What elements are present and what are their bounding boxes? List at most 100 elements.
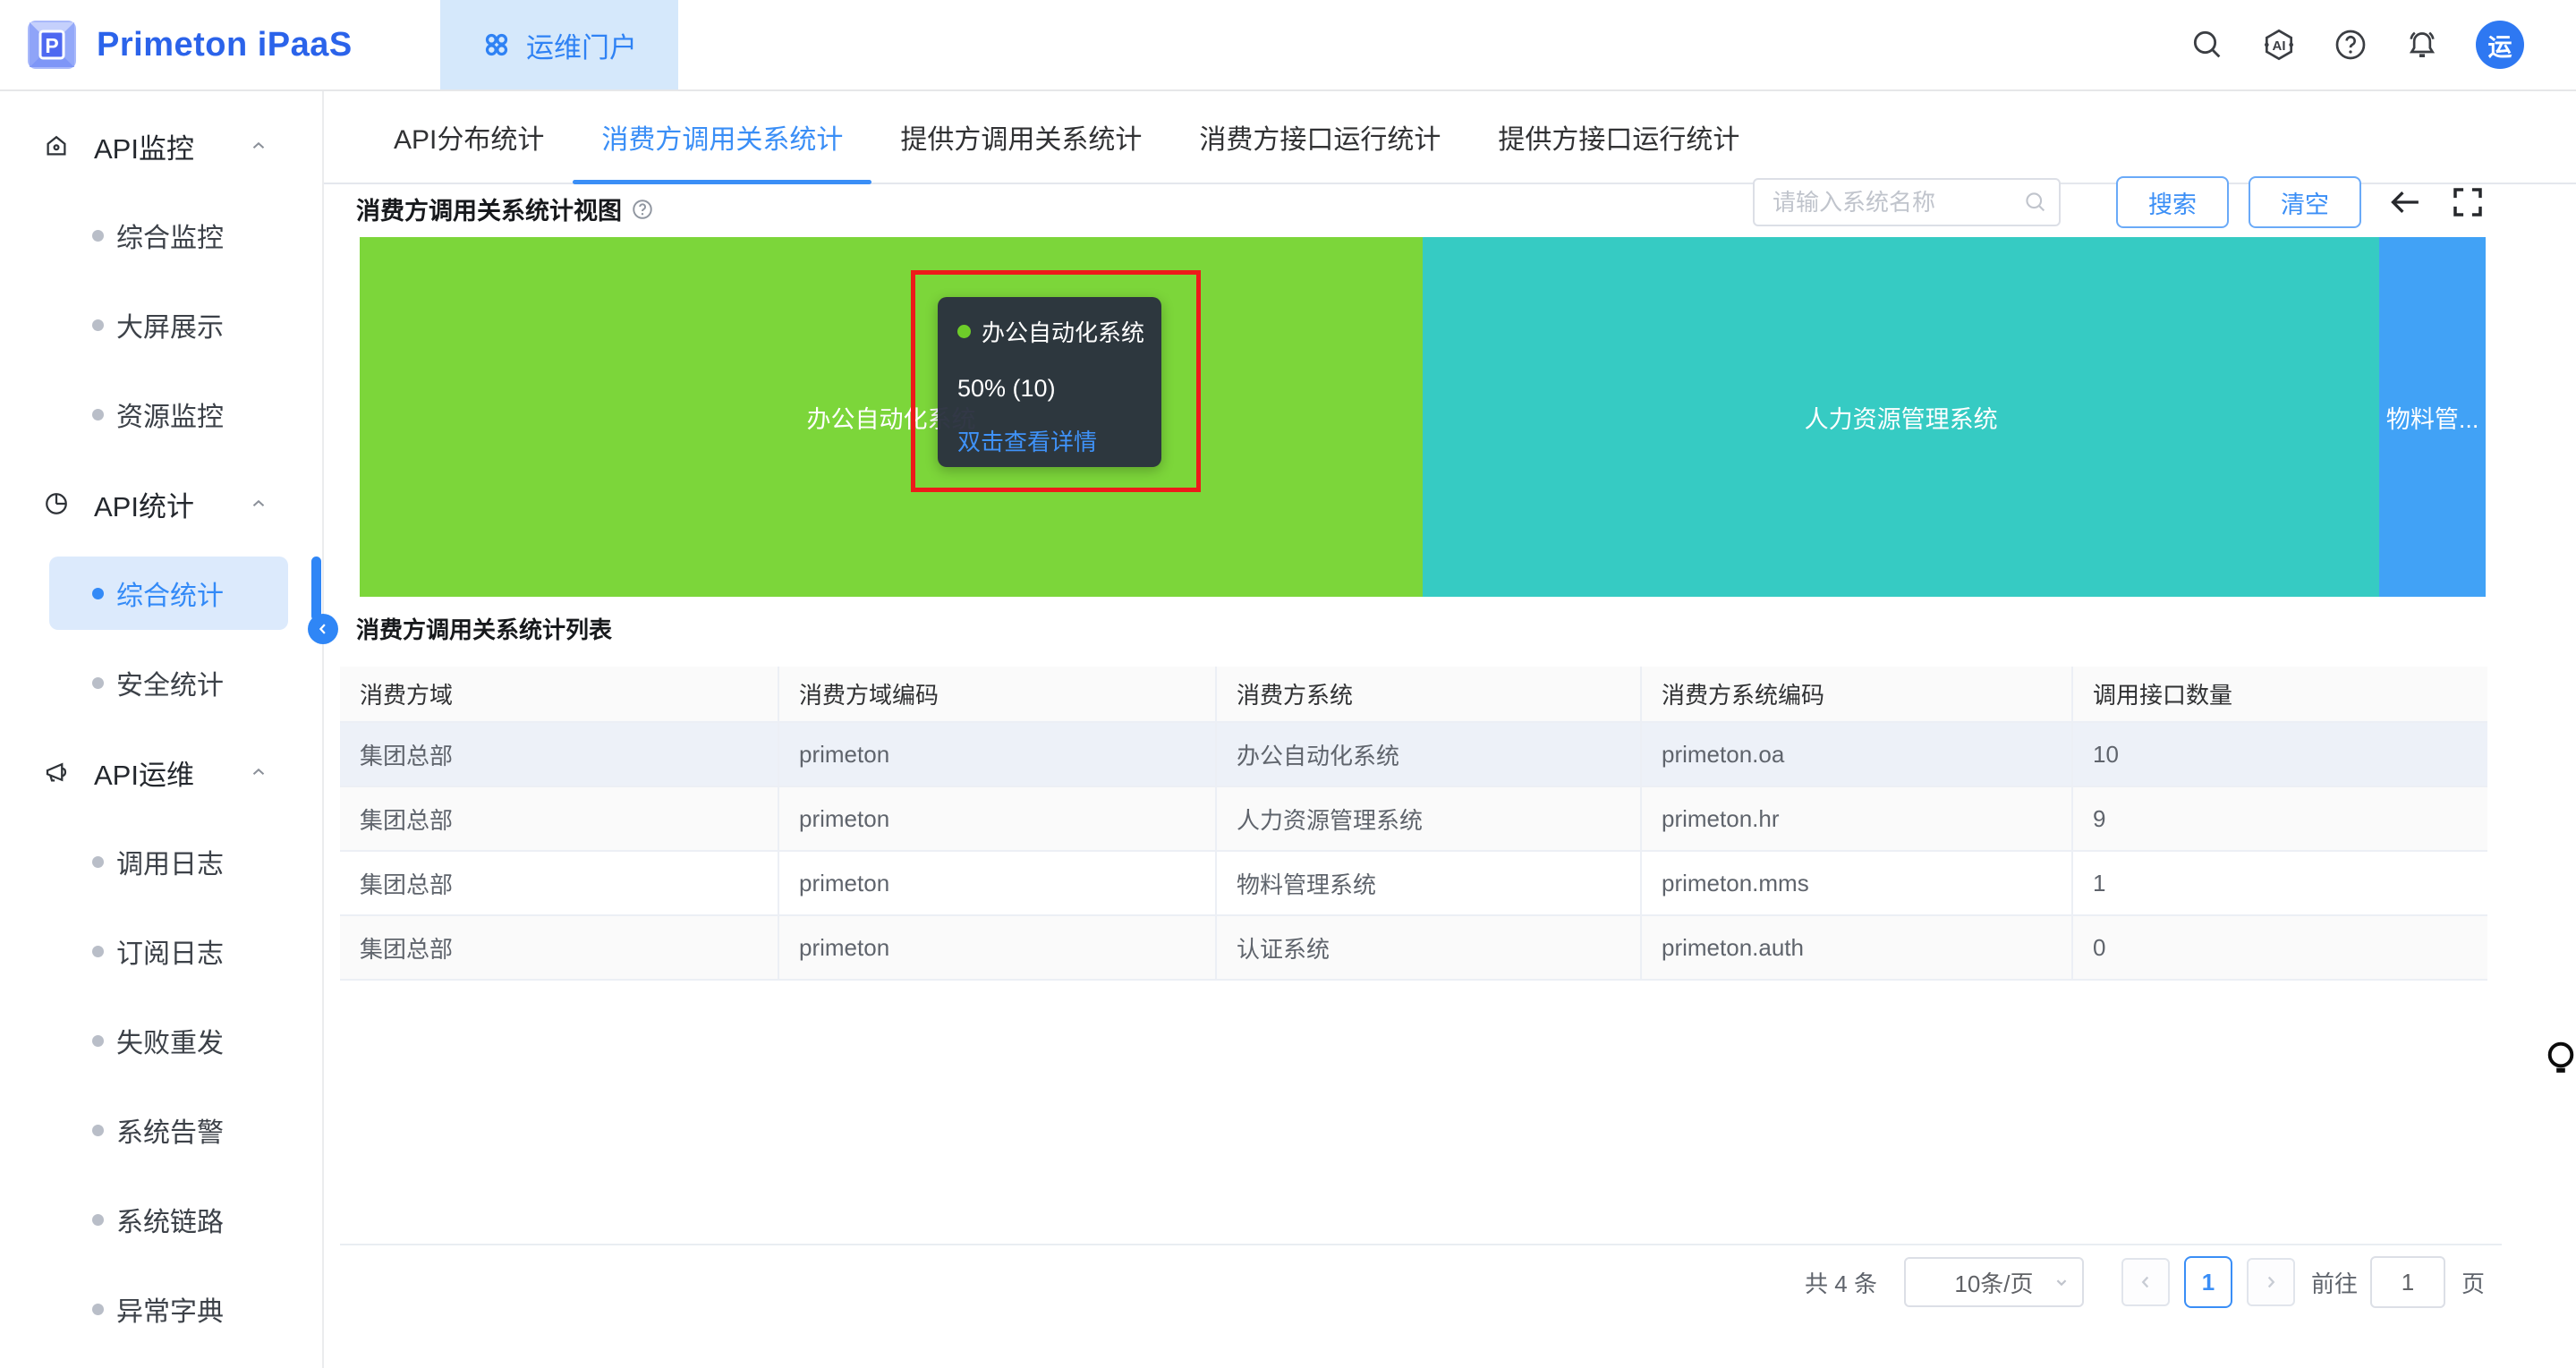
pagination: 共 4 条 10条/页 1 前往 页	[1805, 1256, 2485, 1308]
bullet-dot-icon	[92, 677, 104, 689]
app-header: P Primeton iPaaS 运维门户 AI	[0, 0, 2576, 91]
sidebar-item-label: 大屏展示	[116, 305, 224, 344]
table-cell: 10	[2072, 722, 2487, 786]
sidebar-item-overview-statistics[interactable]: 综合统计	[0, 548, 322, 638]
sidebar-item-exception-dictionary[interactable]: 异常字典	[0, 1264, 322, 1354]
page-size-select[interactable]: 10条/页	[1904, 1257, 2084, 1307]
tooltip-detail-link[interactable]: 双击查看详情	[957, 424, 1149, 457]
sidebar-collapse-button[interactable]	[308, 614, 338, 644]
tab-provider-api-run-stats[interactable]: 提供方接口运行统计	[1469, 91, 1768, 183]
sidebar-item-failure-resend[interactable]: 失败重发	[0, 996, 322, 1085]
tab-provider-call-relation-stats[interactable]: 提供方调用关系统计	[871, 91, 1170, 183]
page-number-1[interactable]: 1	[2184, 1256, 2232, 1308]
help-circle-icon[interactable]	[631, 198, 654, 221]
chart-segment-1[interactable]: 办公自动化系统	[360, 237, 1423, 597]
table-row-2[interactable]: 集团总部primeton人力资源管理系统primeton.hr9	[340, 786, 2487, 851]
sidebar-item-label: 资源监控	[116, 395, 224, 434]
sidebar-item-overview-monitor[interactable]: 综合监控	[0, 191, 322, 280]
bullet-dot-icon	[92, 319, 104, 331]
sidebar-item-label: 异常字典	[116, 1289, 224, 1329]
chevron-right-icon	[2261, 1272, 2281, 1292]
sidebar-item-label: 系统告警	[116, 1110, 224, 1150]
sidebar: API监控综合监控大屏展示资源监控 API统计综合统计安全统计 API运维调用日志订…	[0, 91, 324, 1368]
bullet-dot-icon	[92, 409, 104, 421]
tab-consumer-api-run-stats[interactable]: 消费方接口运行统计	[1170, 91, 1469, 183]
help-icon[interactable]	[2333, 27, 2368, 63]
bullet-dot-icon	[92, 856, 104, 868]
search-icon[interactable]	[2189, 27, 2225, 63]
segment-label: 人力资源管理系统	[1805, 400, 1998, 435]
bullet-dot-icon	[92, 230, 104, 242]
sidebar-section-label: API统计	[94, 484, 194, 524]
goto-page-input[interactable]	[2370, 1256, 2445, 1308]
series-dot-icon	[957, 325, 971, 338]
chart-tooltip: 办公自动化系统 50% (10) 双击查看详情	[938, 297, 1161, 467]
search-icon	[2023, 190, 2048, 215]
sidebar-item-label: 订阅日志	[116, 931, 224, 971]
portal-tab-label: 运维门户	[526, 25, 637, 65]
page-unit-label: 页	[2461, 1266, 2485, 1299]
table-row-4[interactable]: 集团总部primeton认证系统primeton.auth0	[340, 915, 2487, 980]
table-cell: 物料管理系统	[1216, 851, 1641, 915]
sidebar-scroll-indicator[interactable]	[311, 557, 321, 621]
prev-page-button[interactable]	[2121, 1258, 2170, 1306]
sidebar-item-resource-monitor[interactable]: 资源监控	[0, 370, 322, 459]
consumer-call-relation-table: 消费方域消费方域编码消费方系统消费方系统编码调用接口数量 集团总部primeto…	[340, 667, 2487, 981]
logo-mark-icon: P	[23, 16, 81, 73]
table-row-1[interactable]: 集团总部primeton办公自动化系统primeton.oa10	[340, 722, 2487, 786]
sidebar-section-label: API运维	[94, 752, 194, 793]
fullscreen-icon[interactable]	[2449, 183, 2487, 221]
next-page-button[interactable]	[2247, 1258, 2295, 1306]
clear-button[interactable]: 清空	[2249, 176, 2361, 228]
table-cell: 集团总部	[340, 786, 778, 851]
apps-grid-icon	[481, 30, 512, 60]
caret-up-icon	[249, 494, 268, 514]
table-section-title: 消费方调用关系统计列表	[356, 612, 612, 645]
table-cell: primeton.mms	[1641, 851, 2072, 915]
sidebar-item-system-trace[interactable]: 系统链路	[0, 1175, 322, 1264]
bullet-dot-icon	[92, 1125, 104, 1136]
table-footer-divider	[340, 1244, 2502, 1245]
sidebar-item-label: 综合统计	[116, 574, 224, 613]
bell-icon[interactable]	[2404, 27, 2440, 63]
sidebar-section-api-operations[interactable]: API运维	[0, 727, 322, 817]
app-logo: P Primeton iPaaS	[23, 16, 353, 73]
table-body: 集团总部primeton办公自动化系统primeton.oa10集团总部prim…	[340, 722, 2487, 980]
system-search-input[interactable]	[1753, 178, 2061, 226]
table-cell: 办公自动化系统	[1216, 722, 1641, 786]
lightbulb-helper-icon[interactable]	[2545, 1038, 2576, 1088]
search-button[interactable]: 搜索	[2116, 176, 2229, 228]
portal-tab-ops[interactable]: 运维门户	[440, 0, 678, 89]
sidebar-item-security-statistics[interactable]: 安全统计	[0, 638, 322, 727]
sidebar-section-api-statistics[interactable]: API统计	[0, 459, 322, 548]
sidebar-item-call-log[interactable]: 调用日志	[0, 817, 322, 906]
ai-assistant-icon[interactable]: AI	[2261, 27, 2297, 63]
caret-up-icon	[249, 136, 268, 156]
table-cell: primeton.hr	[1641, 786, 2072, 851]
main-content: API分布统计消费方调用关系统计提供方调用关系统计消费方接口运行统计提供方接口运…	[324, 91, 2576, 1368]
tab-consumer-call-relation-stats[interactable]: 消费方调用关系统计	[573, 91, 871, 183]
app-title: Primeton iPaaS	[97, 26, 353, 64]
table-cell: 人力资源管理系统	[1216, 786, 1641, 851]
sidebar-item-subscription-log[interactable]: 订阅日志	[0, 906, 322, 996]
table-cell: 认证系统	[1216, 915, 1641, 980]
table-row-3[interactable]: 集团总部primeton物料管理系统primeton.mms1	[340, 851, 2487, 915]
bullet-dot-icon	[92, 1035, 104, 1047]
pagination-total: 共 4 条	[1805, 1266, 1877, 1299]
chart-toolbar: 搜索 清空	[1753, 175, 2487, 229]
back-arrow-icon[interactable]	[2386, 183, 2424, 221]
sidebar-item-dashboard-display[interactable]: 大屏展示	[0, 280, 322, 370]
segment-label: 物料管...	[2386, 400, 2479, 435]
chart-segment-3[interactable]: 物料管...	[2379, 237, 2486, 597]
user-avatar[interactable]: 运	[2476, 21, 2524, 69]
table-cell: primeton.oa	[1641, 722, 2072, 786]
app-root: P Primeton iPaaS 运维门户 AI	[0, 0, 2576, 1368]
column-header-4: 消费方系统编码	[1641, 667, 2072, 722]
sidebar-section-label: API监控	[94, 126, 194, 166]
sidebar-section-api-monitoring[interactable]: API监控	[0, 101, 322, 191]
column-header-1: 消费方域	[340, 667, 778, 722]
chart-segment-2[interactable]: 人力资源管理系统	[1423, 237, 2379, 597]
bullet-dot-icon	[92, 588, 104, 599]
sidebar-item-system-alert[interactable]: 系统告警	[0, 1085, 322, 1175]
tab-api-distribution-stats[interactable]: API分布统计	[365, 91, 573, 183]
